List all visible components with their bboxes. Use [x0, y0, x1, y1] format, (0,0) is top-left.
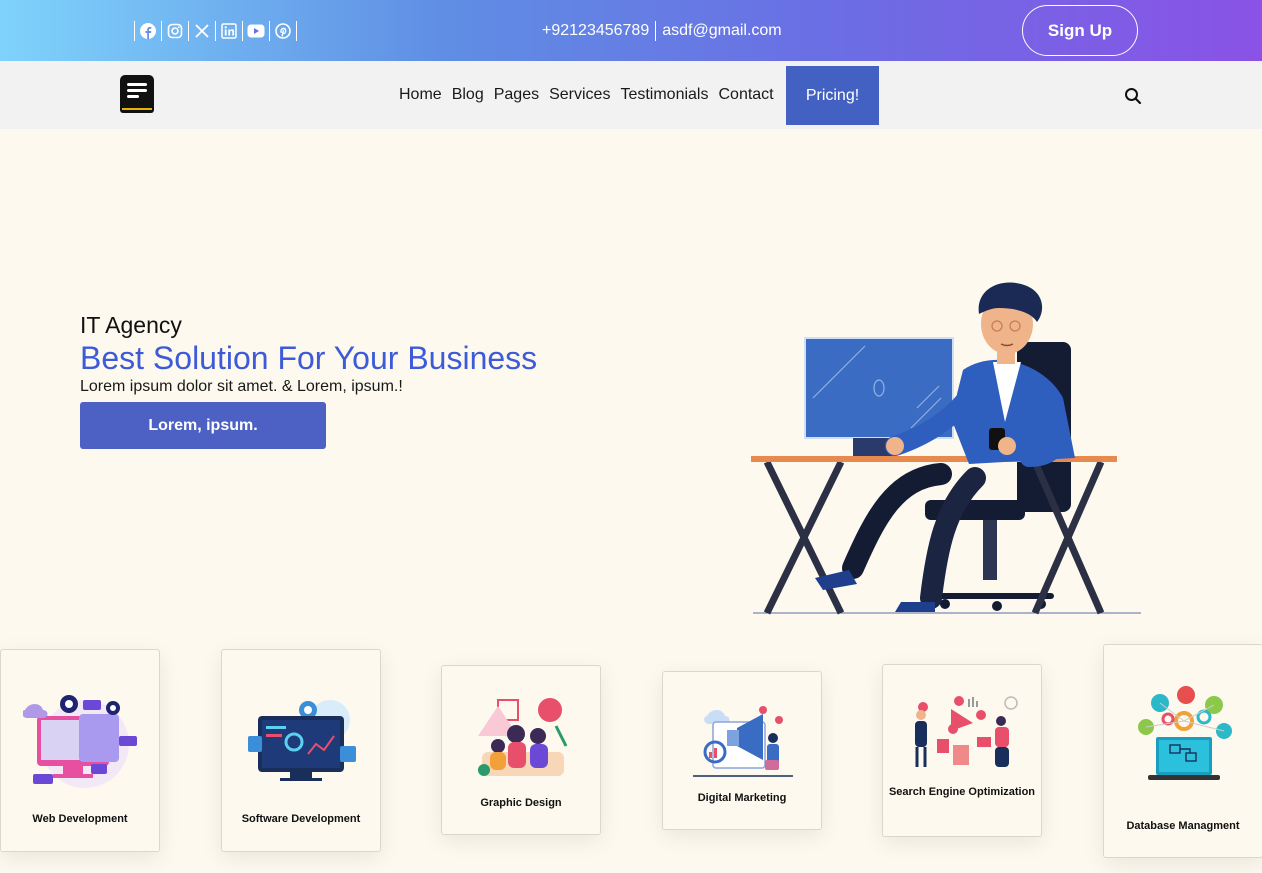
pinterest-icon[interactable]	[274, 22, 292, 40]
service-card-software-development[interactable]: Software Development	[221, 649, 381, 852]
pricing-button[interactable]: Pricing!	[786, 66, 879, 125]
search-icon[interactable]	[1124, 87, 1142, 105]
database-management-icon	[1138, 686, 1232, 780]
email-address[interactable]: asdf@gmail.com	[662, 22, 781, 40]
nav-home[interactable]: Home	[394, 86, 447, 104]
nav-blog[interactable]: Blog	[447, 86, 489, 104]
service-card-web-development[interactable]: Web Development	[0, 649, 160, 852]
nav-pages[interactable]: Pages	[489, 86, 544, 104]
instagram-icon[interactable]	[166, 22, 184, 40]
nav-menu: Home Blog Pages Services Testimonials Co…	[394, 61, 779, 129]
x-icon[interactable]	[193, 22, 211, 40]
nav-testimonials[interactable]: Testimonials	[615, 86, 713, 104]
service-title: Database Managment	[1126, 820, 1240, 832]
facebook-icon[interactable]	[139, 22, 157, 40]
main-navbar: Home Blog Pages Services Testimonials Co…	[0, 61, 1262, 129]
linkedin-icon[interactable]	[220, 22, 238, 40]
service-title: Web Development	[32, 813, 128, 825]
seo-icon	[915, 696, 1018, 767]
hero-headline: Best Solution For Your Business	[80, 340, 538, 376]
service-card-digital-marketing[interactable]: Digital Marketing	[662, 671, 822, 830]
hero-eyebrow: IT Agency	[80, 312, 182, 338]
software-development-icon	[248, 700, 356, 781]
service-title: Search Engine Optimization	[888, 786, 1036, 798]
service-card-seo[interactable]: Search Engine Optimization	[882, 664, 1042, 837]
sign-up-button[interactable]: Sign Up	[1022, 5, 1138, 56]
hero-cta-button[interactable]: Lorem, ipsum.	[80, 402, 326, 449]
hero-illustration	[745, 278, 1145, 618]
service-title: Digital Marketing	[697, 792, 787, 804]
web-development-icon	[23, 695, 137, 788]
nav-contact[interactable]: Contact	[713, 86, 778, 104]
service-card-graphic-design[interactable]: Graphic Design	[441, 665, 601, 835]
social-links	[130, 20, 301, 42]
graphic-design-icon	[478, 698, 568, 776]
service-card-database-management[interactable]: Database Managment	[1103, 644, 1262, 858]
digital-marketing-icon	[693, 706, 793, 777]
youtube-icon[interactable]	[247, 22, 265, 40]
contact-info: +92123456789 asdf@gmail.com	[542, 20, 782, 42]
hero-lead-text: Lorem ipsum dolor sit amet. & Lorem, ips…	[80, 378, 403, 395]
service-title: Software Development	[241, 813, 361, 825]
nav-services[interactable]: Services	[544, 86, 615, 104]
service-title: Graphic Design	[480, 797, 562, 809]
book-logo-icon[interactable]	[118, 73, 156, 117]
phone-number[interactable]: +92123456789	[542, 22, 649, 40]
top-bar: +92123456789 asdf@gmail.com Sign Up	[0, 0, 1262, 61]
